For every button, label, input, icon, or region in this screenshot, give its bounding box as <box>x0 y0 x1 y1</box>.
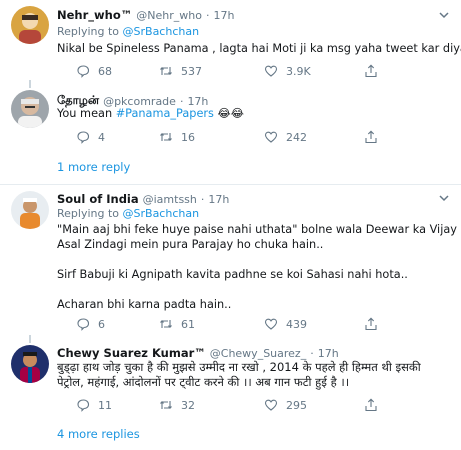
like-button[interactable]: 3.9K <box>264 62 311 80</box>
avatar[interactable] <box>11 90 49 128</box>
retweet-button[interactable]: 61 <box>159 315 195 333</box>
reply-button[interactable]: 68 <box>76 62 112 80</box>
retweet-button[interactable]: 32 <box>159 396 195 414</box>
reply-count: 11 <box>98 398 112 412</box>
timestamp[interactable]: 17h <box>213 9 234 22</box>
chevron-down-icon[interactable] <box>437 191 451 205</box>
like-count: 295 <box>286 398 307 412</box>
share-icon <box>365 130 377 144</box>
tweet-text-line: Sirf Babuji ki Agnipath kavita padhne se… <box>57 268 408 281</box>
reply-icon <box>77 318 90 331</box>
reply-count: 68 <box>98 64 112 78</box>
tweet-text-line: पेट्रोल, महंगाई, आंदोलनों पर ट्वीट करने … <box>57 375 350 389</box>
tweet-text-line: Nikal be Spineless Panama , lagta hai Mo… <box>57 42 461 55</box>
share-icon <box>365 64 377 78</box>
tweet-text-line: Asal Zindagi mein pura Parajay ho chuka … <box>57 238 324 251</box>
tweet-actions: 6 61 439 <box>57 315 437 333</box>
user-handle[interactable]: @iamtssh <box>143 193 197 206</box>
tweet-text-line: बुड्ढ़ा हाथ जोड़ चुका है की मुझसे उम्मीद… <box>57 360 421 374</box>
retweet-button[interactable]: 16 <box>159 128 195 146</box>
like-button[interactable]: 295 <box>264 396 307 414</box>
replying-prefix: Replying to <box>57 25 123 38</box>
replying-to: Replying to @SrBachchan <box>57 207 199 220</box>
tweet-text: You mean #Panama_Papers 😂😂 <box>57 106 452 121</box>
separator-dot: · <box>200 192 205 206</box>
separator-dot: · <box>205 8 210 22</box>
like-count: 242 <box>286 130 307 144</box>
tweet-text-line <box>57 252 452 267</box>
retweet-icon <box>160 132 172 142</box>
separator-dot: · <box>310 346 314 360</box>
heart-icon <box>264 65 278 77</box>
hashtag-link[interactable]: #Panama_Papers <box>116 107 214 120</box>
avatar[interactable] <box>11 345 49 383</box>
chevron-down-icon[interactable] <box>437 8 451 22</box>
share-button[interactable] <box>364 396 386 414</box>
heart-icon <box>264 131 278 143</box>
like-button[interactable]: 242 <box>264 128 307 146</box>
reply-count: 6 <box>98 317 105 331</box>
retweet-count: 32 <box>181 398 195 412</box>
tweet-text-line <box>57 282 452 297</box>
replying-prefix: Replying to <box>57 207 123 220</box>
reply-button[interactable]: 4 <box>76 128 105 146</box>
retweet-button[interactable]: 537 <box>159 62 202 80</box>
share-button[interactable] <box>364 62 386 80</box>
like-count: 3.9K <box>286 64 311 78</box>
tweet-actions: 68 537 3.9K <box>57 62 437 80</box>
display-name[interactable]: Chewy Suarez Kumar™ <box>57 346 206 360</box>
show-more-replies-link[interactable]: 4 more replies <box>57 427 140 441</box>
display-name[interactable]: Soul of India <box>57 192 139 206</box>
timestamp[interactable]: 17h <box>318 347 339 360</box>
reply-icon <box>77 131 90 144</box>
timestamp[interactable]: 17h <box>208 193 229 206</box>
reply-count: 4 <box>98 130 105 144</box>
tweet-nehr-who[interactable]: Nehr_who™ @Nehr_who · 17h Replying to @S… <box>0 0 461 84</box>
tweet-text: Nikal be Spineless Panama , lagta hai Mo… <box>57 41 461 56</box>
reply-button[interactable]: 6 <box>76 315 105 333</box>
avatar[interactable] <box>11 6 49 44</box>
tweet-iamtssh[interactable]: Soul of India @iamtssh · 17h Replying to… <box>0 185 461 335</box>
retweet-icon <box>160 66 172 76</box>
tweet-actions: 4 16 242 <box>57 128 437 146</box>
retweet-count: 61 <box>181 317 195 331</box>
heart-icon <box>264 318 278 330</box>
tweet-text-line: "Main aaj bhi feke huye paise nahi uthat… <box>57 223 461 236</box>
retweet-count: 16 <box>181 130 195 144</box>
share-button[interactable] <box>364 128 386 146</box>
emoji: 😂😂 <box>217 107 244 120</box>
reply-icon <box>77 399 90 412</box>
user-handle[interactable]: @Chewy_Suarez_ <box>210 347 306 360</box>
tweet-text: बुड्ढ़ा हाथ जोड़ चुका है की मुझसे उम्मीद… <box>57 360 452 390</box>
share-icon <box>365 317 377 331</box>
heart-icon <box>264 399 278 411</box>
like-count: 439 <box>286 317 307 331</box>
user-handle[interactable]: @Nehr_who <box>136 9 202 22</box>
thread-line <box>29 335 31 343</box>
display-name[interactable]: Nehr_who™ <box>57 8 132 22</box>
thread-line <box>29 80 31 88</box>
retweet-icon <box>160 400 172 410</box>
show-more-replies-link[interactable]: 1 more reply <box>57 160 130 174</box>
share-icon <box>365 398 377 412</box>
share-button[interactable] <box>364 315 386 333</box>
reply-button[interactable]: 11 <box>76 396 112 414</box>
retweet-icon <box>160 319 172 329</box>
like-button[interactable]: 439 <box>264 315 307 333</box>
reply-icon <box>77 65 90 78</box>
tweet-text-line: Acharan bhi karna padta hain.. <box>57 298 232 311</box>
retweet-count: 537 <box>181 64 202 78</box>
tweet-pkcomrade[interactable]: தோழன் @pkcomrade · 17h You mean #Panama_… <box>0 80 461 184</box>
replying-to: Replying to @SrBachchan <box>57 25 199 38</box>
tweet-text: "Main aaj bhi feke huye paise nahi uthat… <box>57 222 461 312</box>
avatar[interactable] <box>11 191 49 229</box>
tweet-text-prefix: You mean <box>57 107 116 120</box>
replying-to-link[interactable]: @SrBachchan <box>123 207 200 220</box>
tweet-actions: 11 32 295 <box>57 396 437 414</box>
replying-to-link[interactable]: @SrBachchan <box>123 25 200 38</box>
tweet-chewy-suarez[interactable]: Chewy Suarez Kumar™ @Chewy_Suarez_ · 17h… <box>0 335 461 450</box>
